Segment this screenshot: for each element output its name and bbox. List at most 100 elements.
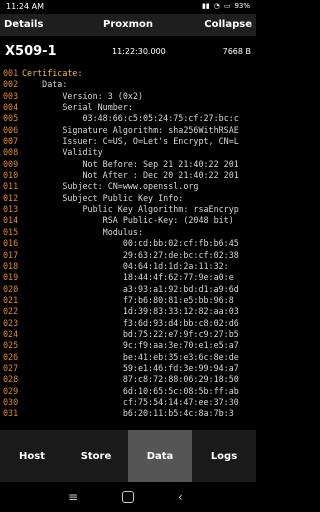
line-text: 04:64:1d:1d:2a:11:32: (22, 260, 229, 271)
back-icon[interactable]: ‹ (178, 490, 183, 504)
tab-store[interactable]: Store (64, 430, 128, 482)
text-line: 001 Certificate: (0, 68, 256, 79)
line-text: 29:63:27:de:bc:cf:02:38 (22, 249, 239, 260)
line-number: 023 (3, 317, 19, 328)
line-number: 014 (3, 215, 19, 226)
home-icon[interactable] (122, 491, 134, 503)
tab-logs[interactable]: Logs (192, 430, 256, 482)
cert-time: 11:22:30.000 (112, 47, 166, 56)
line-number: 015 (3, 226, 19, 237)
text-line: 007 Issuer: C=US, O=Let's Encrypt, CN=L (0, 136, 256, 147)
text-line: 014 RSA Public-Key: (2048 bit) (0, 215, 256, 226)
status-time: 11:24 AM (6, 2, 44, 11)
text-line: 013 Public Key Algorithm: rsaEncryp (0, 204, 256, 215)
text-line: 027 59:e1:46:fd:3e:99:94:a7 (0, 363, 256, 374)
text-line: 005 03:48:66:c5:05:24:75:cf:27:bc:c (0, 113, 256, 124)
line-number: 030 (3, 396, 19, 407)
tab-data[interactable]: Data (128, 430, 192, 482)
certificate-text-view[interactable]: 001 Certificate: 002 Data: 003 Version: 3 (… (0, 68, 256, 430)
line-text: Signature Algorithm: sha256WithRSAE (22, 124, 239, 135)
battery-percent: 93% (234, 2, 250, 10)
line-text: Data: (22, 79, 68, 90)
text-line: 015 Modulus: (0, 227, 256, 238)
text-line: 024 bd:75:22:e7:9f:c9:27:b5 (0, 329, 256, 340)
text-line: 031 b6:20:11:b5:4c:8a:7b:3 (0, 408, 256, 419)
line-text: bd:75:22:e7:9f:c9:27:b5 (22, 328, 239, 339)
line-number: 028 (3, 374, 19, 385)
line-text: Not After : Dec 20 21:40:22 201 (22, 170, 239, 181)
line-number: 027 (3, 362, 19, 373)
line-number: 006 (3, 124, 19, 135)
line-text: a3:93:a1:92:bd:d1:a9:6d (22, 283, 239, 294)
line-text: 6d:10:65:5c:08:5b:ff:ab (22, 385, 239, 396)
text-line: 017 29:63:27:de:bc:cf:02:38 (0, 250, 256, 261)
battery-icon: ▭ (223, 2, 231, 10)
status-bar: 11:24 AM ▮▮ ◔ ▭ 93% (0, 0, 256, 14)
line-number: 011 (3, 181, 19, 192)
line-number: 018 (3, 260, 19, 271)
text-line: 026 be:41:eb:35:e3:6c:8e:de (0, 352, 256, 363)
line-number: 029 (3, 385, 19, 396)
tab-host[interactable]: Host (0, 430, 64, 482)
text-line: 021 f7:b6:80:81:e5:bb:96:8 (0, 295, 256, 306)
line-number: 004 (3, 102, 19, 113)
line-text: Certificate: (22, 68, 83, 78)
line-text: 59:e1:46:fd:3e:99:94:a7 (22, 362, 239, 373)
line-number: 016 (3, 238, 19, 249)
text-line: 025 9c:f9:aa:3e:70:e1:e5:a7 (0, 340, 256, 351)
line-text: f7:b6:80:81:e5:bb:96:8 (22, 294, 234, 305)
text-line: 008 Validity (0, 147, 256, 158)
text-line: 030 cf:75:54:14:47:ee:37:30 (0, 397, 256, 408)
line-text: 1d:39:83:33:12:82:aa:03 (22, 306, 239, 317)
tab-host-label: Host (19, 450, 45, 462)
line-number: 013 (3, 204, 19, 215)
line-number: 007 (3, 136, 19, 147)
tab-data-label: Data (146, 450, 174, 462)
line-number: 012 (3, 192, 19, 203)
text-line: 020 a3:93:a1:92:bd:d1:a9:6d (0, 284, 256, 295)
line-text: 87:c8:72:88:06:29:18:50 (22, 374, 239, 385)
text-line: 011 Subject: CN=www.openssl.org (0, 181, 256, 192)
app-header: Proxmon Details Collapse (0, 14, 256, 36)
line-text: Public Key Algorithm: rsaEncryp (22, 204, 239, 215)
line-text: 18:44:4f:62:77:9e:a0:e (22, 272, 234, 283)
text-line: 018 04:64:1d:1d:2a:11:32: (0, 261, 256, 272)
tab-logs-label: Logs (210, 450, 238, 462)
line-text: Version: 3 (0x2) (22, 90, 144, 101)
line-text: RSA Public-Key: (2048 bit) (22, 215, 234, 226)
line-number: 003 (3, 90, 19, 101)
cert-title-row: X509-1 11:22:30.000 7668 B (0, 36, 256, 68)
line-text: Subject Public Key Info: (22, 192, 184, 203)
line-text: Not Before: Sep 21 21:40:22 201 (22, 158, 239, 169)
collapse-button[interactable]: Collapse (204, 19, 252, 30)
line-text: Validity (22, 147, 103, 158)
system-navigation-bar: ≡ ‹ (0, 482, 256, 512)
text-line: 010 Not After : Dec 20 21:40:22 201 (0, 170, 256, 181)
line-number: 010 (3, 170, 19, 181)
text-line: 003 Version: 3 (0x2) (0, 91, 256, 102)
line-text: f3:6d:93:d4:bb:c8:02:d6 (22, 317, 239, 328)
line-number: 019 (3, 272, 19, 283)
text-line: 028 87:c8:72:88:06:29:18:50 (0, 374, 256, 385)
line-number: 020 (3, 283, 19, 294)
line-number: 017 (3, 249, 19, 260)
text-line: 002 Data: (0, 79, 256, 90)
details-button[interactable]: Details (4, 19, 43, 30)
status-icons: ▮▮ ◔ ▭ 93% (202, 2, 250, 10)
line-text: 9c:f9:aa:3e:70:e1:e5:a7 (22, 340, 239, 351)
text-line: 006 Signature Algorithm: sha256WithRSAE (0, 125, 256, 136)
text-line: 019 18:44:4f:62:77:9e:a0:e (0, 272, 256, 283)
line-number: 022 (3, 306, 19, 317)
line-text: Issuer: C=US, O=Let's Encrypt, CN=L (22, 136, 239, 147)
menu-icon[interactable]: ≡ (68, 490, 78, 504)
line-number: 031 (3, 408, 19, 419)
tab-store-label: Store (80, 450, 112, 462)
line-text: Serial Number: (22, 102, 133, 113)
text-line: 029 6d:10:65:5c:08:5b:ff:ab (0, 386, 256, 397)
line-text: b6:20:11:b5:4c:8a:7b:3 (22, 408, 234, 419)
line-text: cf:75:54:14:47:ee:37:30 (22, 396, 239, 407)
line-number: 021 (3, 294, 19, 305)
line-number: 025 (3, 340, 19, 351)
line-number: 024 (3, 328, 19, 339)
line-number: 009 (3, 158, 19, 169)
